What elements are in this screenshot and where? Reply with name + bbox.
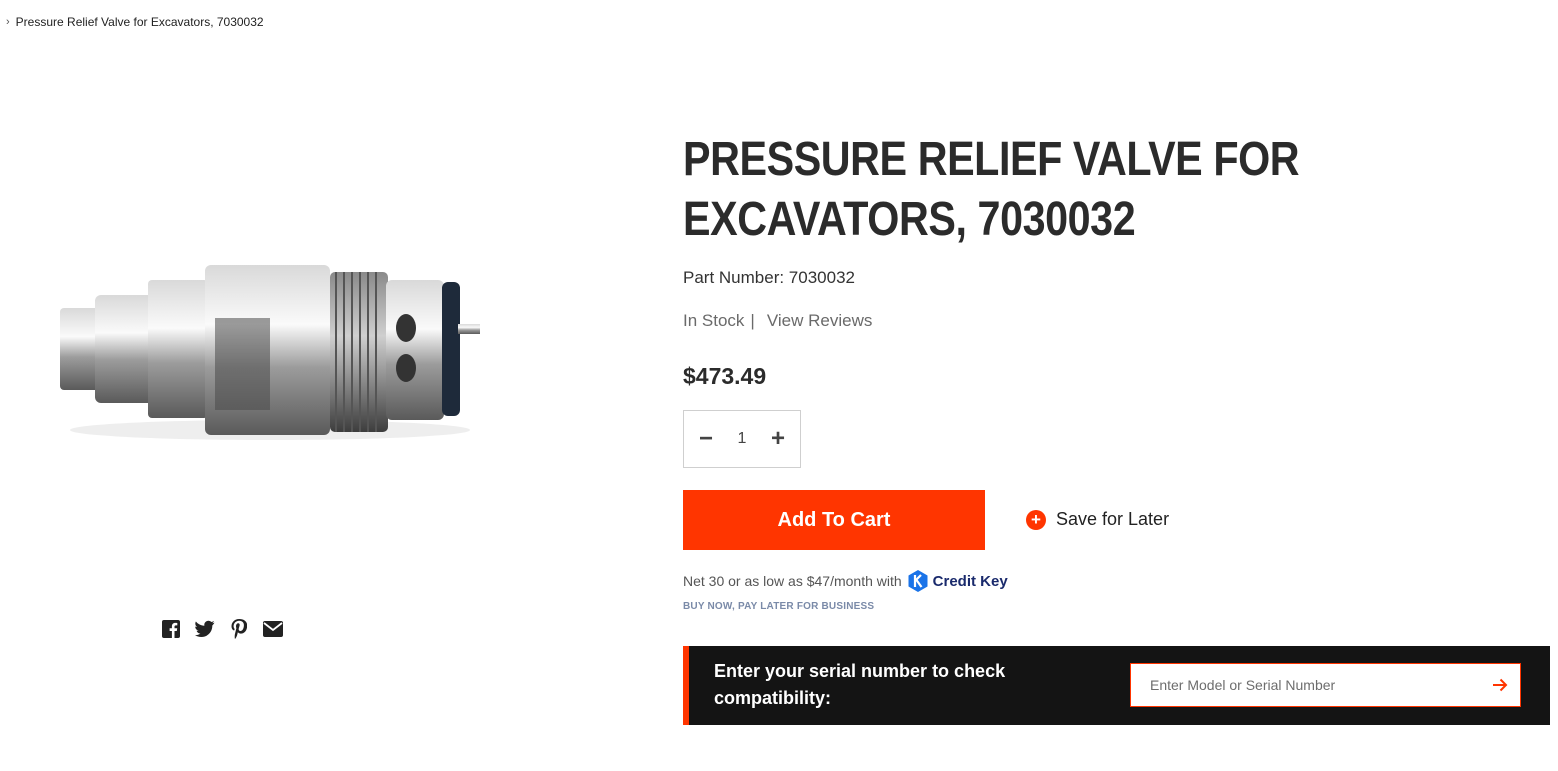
separator: | <box>750 311 755 330</box>
pinterest-icon[interactable] <box>229 619 249 639</box>
plus-circle-icon: + <box>1026 509 1046 530</box>
serial-input-wrapper <box>1130 663 1521 707</box>
save-for-later-label: Save for Later <box>1056 509 1170 529</box>
increase-quantity-button[interactable]: + <box>768 427 788 451</box>
financing-tagline: BUY NOW, PAY LATER FOR BUSINESS <box>683 601 875 612</box>
twitter-icon[interactable] <box>195 619 215 639</box>
serial-number-input[interactable] <box>1131 664 1480 706</box>
decrease-quantity-button[interactable]: − <box>696 427 716 451</box>
email-icon[interactable] <box>263 619 283 639</box>
financing-text: Net 30 or as low as $47/month with <box>683 573 902 589</box>
product-title: PRESSURE RELIEF VALVE FOR EXCAVATORS, 70… <box>683 133 1300 246</box>
breadcrumb-current: Pressure Relief Valve for Excavators, 70… <box>15 15 264 29</box>
stock-reviews-row: In Stock | View Reviews <box>683 311 872 331</box>
share-links <box>161 619 283 639</box>
breadcrumb: › Pressure Relief Valve for Excavators, … <box>6 15 264 29</box>
serial-check-label: Enter your serial number to check compat… <box>714 661 1006 708</box>
stock-status: In Stock <box>683 311 745 330</box>
arrow-right-icon[interactable] <box>1480 677 1520 693</box>
part-number: Part Number: 7030032 <box>683 268 855 287</box>
credit-key-label: Credit Key <box>932 572 1008 590</box>
credit-key-logo-icon <box>908 570 928 592</box>
facebook-icon[interactable] <box>161 619 181 639</box>
add-to-cart-button[interactable]: Add To Cart <box>683 490 985 550</box>
financing-line: Net 30 or as low as $47/month with Credi… <box>683 570 1008 592</box>
quantity-value[interactable]: 1 <box>738 430 747 448</box>
view-reviews-link[interactable]: View Reviews <box>767 311 873 331</box>
quantity-stepper: − 1 + <box>683 410 801 468</box>
credit-key-link[interactable]: Credit Key <box>908 570 1008 592</box>
serial-check-bar: Enter your serial number to check compat… <box>683 646 1550 725</box>
product-price: $473.49 <box>683 363 767 389</box>
save-for-later-button[interactable]: + Save for Later <box>1026 509 1169 530</box>
chevron-right-icon: › <box>6 16 10 28</box>
product-image[interactable] <box>50 250 490 450</box>
